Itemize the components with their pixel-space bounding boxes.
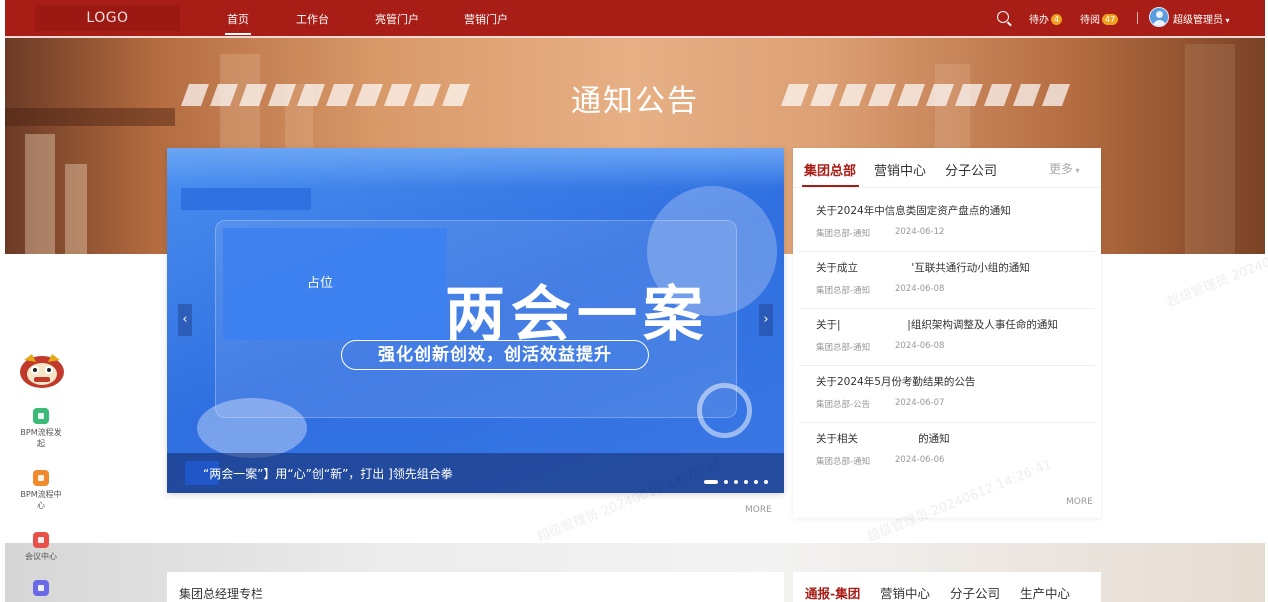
decorative-blob <box>197 398 307 458</box>
notice-category: 集团总部-公告 <box>816 400 871 410</box>
tab-group-hq[interactable]: 集团总部 <box>804 160 856 179</box>
card-title: 集团总经理专栏 <box>179 587 264 601</box>
tab-bulletin-subsidiaries[interactable]: 分子公司 <box>950 583 1000 602</box>
tab-bulletin-production[interactable]: 生产中心 <box>1020 583 1070 602</box>
divider <box>793 187 1101 188</box>
app-icon <box>33 580 49 596</box>
notice-title[interactable]: 关于相关 的通知 <box>816 431 950 446</box>
carousel-dot[interactable] <box>734 479 738 484</box>
notice-category: 集团总部-通知 <box>816 286 871 296</box>
toread-label: 待阅 <box>1080 15 1100 26</box>
page-title: 通知公告 <box>571 84 699 119</box>
notice-category: 集团总部-通知 <box>816 457 871 467</box>
carousel-dot[interactable] <box>724 479 728 484</box>
book-shape <box>25 134 55 254</box>
notice-item[interactable]: 关于相关 的通知 集团总部-通知 2024-06-06 <box>799 423 1095 480</box>
notice-item[interactable]: 关于2024年中信息类固定资产盘点的通知 集团总部-通知 2024-06-12 <box>799 195 1095 252</box>
notice-title[interactable]: 关于| |组织架构调整及人事任命的通知 <box>816 317 1058 332</box>
decorative-ring <box>697 383 752 438</box>
notice-item[interactable]: 关于成立 '互联共通行动小组的通知 集团总部-通知 2024-06-08 <box>799 252 1095 309</box>
top-navbar: LOGO 首页 工作台 亮管门户 营销门户 待办 4 待阅 47 超级管理员 <box>5 0 1265 38</box>
notices-more-link[interactable]: MORE <box>1066 497 1093 507</box>
more-tabs-dropdown[interactable]: 更多 <box>1049 160 1080 177</box>
notice-item[interactable]: 关于2024年5月份考勤结果的公告 集团总部-公告 2024-06-07 <box>799 366 1095 423</box>
avatar[interactable] <box>1149 7 1169 27</box>
tab-bulletin-group[interactable]: 通报-集团 <box>805 583 860 602</box>
carousel-dot[interactable] <box>764 479 768 484</box>
send-icon <box>33 408 49 424</box>
carousel-dot[interactable] <box>754 479 758 484</box>
toread-badge: 47 <box>1102 14 1119 25</box>
news-carousel[interactable]: 占位 两会一案 强化创新创效，创活效益提升 ‹ › “两会一案”】用“心”创“新… <box>167 148 784 493</box>
notice-date: 2024-06-12 <box>895 227 945 237</box>
search-icon[interactable] <box>997 11 1009 23</box>
sidebar-item-meeting-center[interactable]: 会议中心 <box>18 532 64 562</box>
toread-link[interactable]: 待阅 47 <box>1080 11 1119 26</box>
carousel-pagination <box>698 471 768 490</box>
sidebar-item-bpm-start[interactable]: BPM流程发起 <box>18 408 64 449</box>
book-shape <box>65 164 87 254</box>
logo[interactable]: LOGO <box>35 5 180 31</box>
nav-workbench[interactable]: 工作台 <box>296 11 329 27</box>
placeholder-label: 占位 <box>307 276 334 291</box>
slide-caption-bar[interactable]: “两会一案”】用“心”创“新”，打出 ]领先组合拳 <box>167 453 784 493</box>
slide-subheadline: 强化创新创效，创活效益提升 <box>341 340 649 370</box>
carousel-top-band <box>167 148 784 188</box>
todo-badge: 4 <box>1051 14 1063 25</box>
sidebar-item-label: BPM流程发起 <box>20 428 62 448</box>
nav-home[interactable]: 首页 <box>225 11 251 35</box>
bulletin-card: 通报-集团 营销中心 分子公司 生产中心 <box>793 572 1101 602</box>
redacted-block <box>181 188 311 210</box>
carousel-more-link[interactable]: MORE <box>745 505 772 515</box>
tab-subsidiaries[interactable]: 分子公司 <box>945 160 997 179</box>
notice-title[interactable]: 关于2024年中信息类固定资产盘点的通知 <box>816 203 1011 218</box>
user-menu[interactable]: 超级管理员 <box>1173 11 1230 26</box>
lion-mascot-icon <box>20 354 64 388</box>
notice-title[interactable]: 关于成立 '互联共通行动小组的通知 <box>816 260 1030 275</box>
nav-portal[interactable]: 亮管门户 <box>375 11 419 27</box>
notice-category: 集团总部-通知 <box>816 343 871 353</box>
calendar-icon <box>33 532 49 548</box>
carousel-dot[interactable] <box>704 479 718 484</box>
sidebar-item-label: 会议中心 <box>25 552 57 561</box>
notice-date: 2024-06-08 <box>895 341 945 351</box>
carousel-next-button[interactable]: › <box>759 304 773 336</box>
sidebar-item-bpm-center[interactable]: BPM流程中心 <box>18 470 64 511</box>
notice-date: 2024-06-08 <box>895 284 945 294</box>
carousel-dot[interactable] <box>744 479 748 484</box>
notice-item[interactable]: 关于| |组织架构调整及人事任命的通知 集团总部-通知 2024-06-08 <box>799 309 1095 366</box>
todo-label: 待办 <box>1029 15 1049 26</box>
tab-marketing-center[interactable]: 营销中心 <box>874 160 926 179</box>
sidebar-item-more[interactable] <box>18 580 64 599</box>
nav-marketing-portal[interactable]: 营销门户 <box>464 11 508 27</box>
sidebar-item-label: BPM流程中心 <box>20 490 62 510</box>
notice-panel: 集团总部 营销中心 分子公司 更多 关于2024年中信息类固定资产盘点的通知 集… <box>793 148 1101 518</box>
notice-date: 2024-06-07 <box>895 398 945 408</box>
notice-title[interactable]: 关于2024年5月份考勤结果的公告 <box>816 374 975 389</box>
tab-bulletin-marketing[interactable]: 营销中心 <box>880 583 930 602</box>
slide-caption[interactable]: “两会一案”】用“心”创“新”，打出 ]领先组合拳 <box>203 465 453 482</box>
carousel-prev-button[interactable]: ‹ <box>178 304 192 336</box>
ceo-column-card: 集团总经理专栏 <box>167 572 784 602</box>
placeholder-box <box>223 228 447 340</box>
todo-link[interactable]: 待办 4 <box>1029 11 1063 26</box>
grid-icon <box>33 470 49 486</box>
nav-separator <box>1137 12 1138 24</box>
notice-category: 集团总部-通知 <box>816 229 871 239</box>
notice-date: 2024-06-06 <box>895 455 945 465</box>
